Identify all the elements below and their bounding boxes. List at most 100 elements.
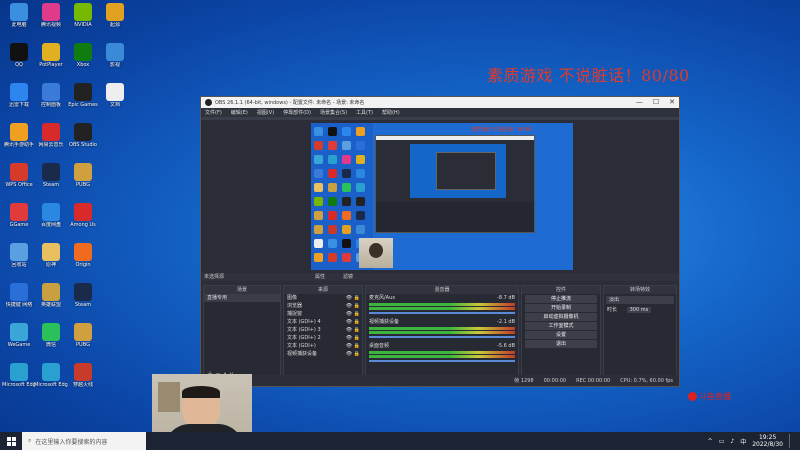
eye-icon[interactable]: 👁 🔒 <box>346 334 360 342</box>
menu-item[interactable]: 场景集合(S) <box>320 109 347 116</box>
source-item[interactable]: 捕捉窗 👁 🔒 <box>284 310 362 318</box>
desktop-icon[interactable]: 回收站 <box>2 243 36 281</box>
minimize-icon[interactable]: — <box>636 98 643 106</box>
preview-icon <box>328 155 337 164</box>
menu-item[interactable]: 工具(T) <box>356 109 373 116</box>
source-item[interactable]: 文本 (GDI+) 4 👁 🔒 <box>284 318 362 326</box>
desktop-icon[interactable]: QQ <box>2 43 36 81</box>
desktop-icon[interactable]: 百度网盘 <box>34 203 68 241</box>
source-item[interactable]: 文本 (GDI+) 3 👁 🔒 <box>284 326 362 334</box>
desktop-icon[interactable]: 快捷键 网络 <box>2 283 36 321</box>
eye-icon[interactable]: 👁 🔒 <box>346 326 360 334</box>
volume-meter <box>369 303 515 306</box>
control-button[interactable]: 设置 <box>525 331 597 339</box>
volume-slider[interactable] <box>369 312 515 314</box>
menu-item[interactable]: 视图(V) <box>257 109 274 116</box>
desktop-icon[interactable]: Epic Games <box>66 83 100 121</box>
desktop-icon[interactable]: 此电脑 <box>2 3 36 41</box>
control-button[interactable]: 停止推流 <box>525 295 597 303</box>
transition-select[interactable]: 淡出 <box>606 296 674 304</box>
filters-button[interactable]: 滤镜 <box>343 273 353 281</box>
desktop-icon-label: PUBG <box>76 182 90 188</box>
maximize-icon[interactable]: ☐ <box>653 98 659 106</box>
preview-icon <box>328 211 337 220</box>
desktop-icon[interactable]: 腾讯视频 <box>34 3 68 41</box>
desktop-icon[interactable]: Steam <box>66 283 100 321</box>
desktop-icon[interactable]: 影视 <box>98 43 132 81</box>
desktop-icon[interactable]: 文档 <box>98 83 132 121</box>
desktop-icon[interactable]: 英雄联盟 <box>34 283 68 321</box>
menu-item[interactable]: 停靠部件(D) <box>283 109 311 116</box>
desktop-icon[interactable]: 穿越火线 <box>66 363 100 401</box>
start-button[interactable] <box>0 432 22 450</box>
desktop-icon-label: 百度网盘 <box>40 222 61 228</box>
desktop-icon[interactable]: Origin <box>66 243 100 281</box>
app-icon <box>10 123 28 141</box>
volume-slider[interactable] <box>369 336 515 338</box>
chevron-up-icon[interactable]: ^ <box>708 438 713 445</box>
duration-input[interactable]: 300 ms <box>626 307 652 313</box>
show-desktop-button[interactable] <box>789 434 792 448</box>
desktop-icon[interactable]: PotPlayer <box>34 43 68 81</box>
eye-icon[interactable]: 👁 🔒 <box>346 350 360 358</box>
desktop-icon[interactable]: NVIDIA <box>66 3 100 41</box>
desktop-icon-label: 起源 <box>109 22 120 28</box>
desktop-icon[interactable]: Microsoft Edge <box>34 363 68 401</box>
desktop-icon[interactable]: 控制面板 <box>34 83 68 121</box>
menu-item[interactable]: 文件(F) <box>205 109 222 116</box>
close-icon[interactable]: ✕ <box>669 98 675 106</box>
source-item[interactable]: 文本 (GDI+) 2 👁 🔒 <box>284 334 362 342</box>
eye-icon[interactable]: 👁 🔒 <box>346 302 360 310</box>
desktop-icon[interactable]: WeGame <box>2 323 36 361</box>
volume-meter <box>369 327 515 330</box>
eye-icon[interactable]: 👁 🔒 <box>346 342 360 350</box>
control-button[interactable]: 开始录制 <box>525 304 597 312</box>
clock[interactable]: 19:25 2022/8/30 <box>752 434 783 448</box>
desktop-icon[interactable]: 网易云音乐 <box>34 123 68 161</box>
desktop-icon[interactable]: PUBG <box>66 323 100 361</box>
desktop-icon[interactable]: Steam <box>34 163 68 201</box>
control-button[interactable]: 启动虚拟摄像机 <box>525 313 597 321</box>
scene-item[interactable]: 直播专用 <box>204 294 280 302</box>
app-icon <box>10 3 28 21</box>
ime-icon[interactable]: 中 <box>740 437 746 446</box>
menu-item[interactable]: 帮助(H) <box>382 109 400 116</box>
volume-icon[interactable]: ♪ <box>730 438 734 445</box>
desktop-icon[interactable]: GGame <box>2 203 36 241</box>
source-item[interactable]: 文本 (GDI+) 👁 🔒 <box>284 342 362 350</box>
desktop-icon[interactable]: PUBG <box>66 163 100 201</box>
properties-button[interactable]: 属性 <box>315 273 325 281</box>
network-icon[interactable]: ▭ <box>719 438 725 445</box>
volume-slider[interactable] <box>369 360 515 362</box>
control-button[interactable]: 退出 <box>525 340 597 348</box>
desktop-icon[interactable]: 迅雷下载 <box>2 83 36 121</box>
desktop-icon[interactable]: 原神 <box>34 243 68 281</box>
desktop-icon[interactable]: Xbox <box>66 43 100 81</box>
desktop-icon[interactable]: 起源 <box>98 3 132 41</box>
desktop-icon[interactable]: Microsoft Edge <box>2 363 36 401</box>
obs-logo-icon <box>205 99 212 106</box>
preview-icon <box>342 183 351 192</box>
menu-item[interactable]: 编辑(E) <box>231 109 248 116</box>
sources-dock: 来源 图像 👁 🔒 浏览器 👁 🔒 捕捉窗 👁 🔒 文本 (GDI+) 4 👁 🔒 文本… <box>283 285 363 381</box>
taskbar-search-input[interactable]: ⌕ 在这里输入你要搜索的内容 <box>22 432 146 450</box>
eye-icon[interactable]: 👁 🔒 <box>346 310 360 318</box>
desktop-icon[interactable]: WPS Office <box>2 163 36 201</box>
obs-preview[interactable]: 素质游戏 不说脏话！80/80 <box>311 123 573 270</box>
desktop-icon-label: 原神 <box>45 262 56 268</box>
control-button[interactable]: 工作室模式 <box>525 322 597 330</box>
preview-icon <box>356 211 365 220</box>
desktop-icon[interactable]: 腾讯手游助手 <box>2 123 36 161</box>
desktop-icon[interactable]: Among Us <box>66 203 100 241</box>
scenes-dock: 场景 直播专用 ＋ － ∧ ∨ <box>203 285 281 381</box>
preview-banner: 素质游戏 不说脏话！80/80 <box>471 127 532 133</box>
source-item[interactable]: 浏览器 👁 🔒 <box>284 302 362 310</box>
eye-icon[interactable]: 👁 🔒 <box>346 318 360 326</box>
preview-icon <box>342 225 351 234</box>
source-label: 文本 (GDI+) 3 <box>287 327 321 333</box>
desktop-icon[interactable]: OBS Studio <box>66 123 100 161</box>
desktop-icon[interactable]: 微信 <box>34 323 68 361</box>
source-item[interactable]: 视频捕获设备 👁 🔒 <box>284 350 362 358</box>
source-item[interactable]: 图像 👁 🔒 <box>284 294 362 302</box>
eye-icon[interactable]: 👁 🔒 <box>346 294 360 302</box>
